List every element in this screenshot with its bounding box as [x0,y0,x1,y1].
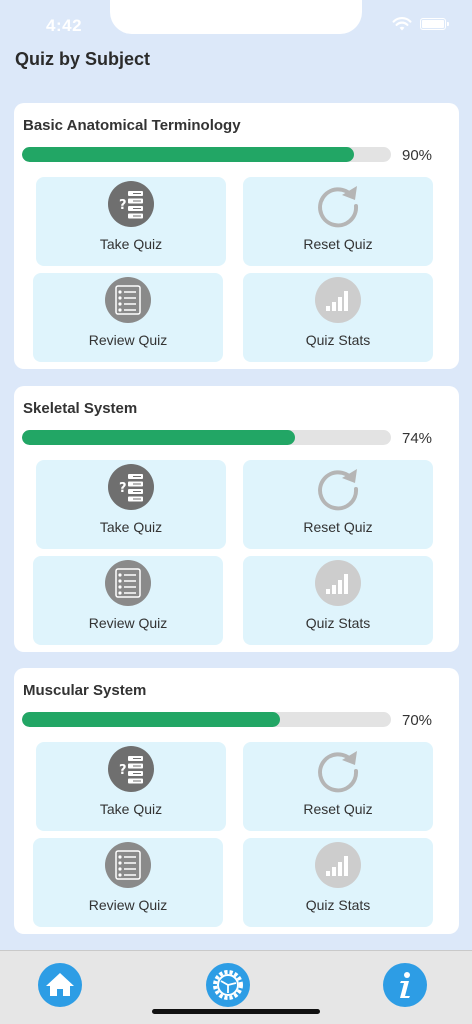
svg-text:?: ? [119,481,127,496]
wifi-icon [392,17,412,31]
take-quiz-button[interactable]: ? Take Quiz [36,460,226,549]
checklist-icon [105,277,151,323]
subject-card: Skeletal System 74% ? Take Quiz Reset Qu… [14,386,459,652]
settings-tab-button[interactable] [206,963,250,1007]
tile-label: Review Quiz [88,332,168,348]
review-quiz-button[interactable]: Review Quiz [33,273,223,362]
take-quiz-button[interactable]: ? Take Quiz [36,177,226,266]
info-tab-button[interactable] [383,963,427,1007]
tile-label: Review Quiz [88,615,168,631]
reset-arrow-icon [318,751,359,793]
battery-icon [420,18,449,30]
review-quiz-button[interactable]: Review Quiz [33,838,223,927]
progress-bar [22,147,391,162]
reset-quiz-button[interactable]: Reset Quiz [243,742,433,831]
quiz-list-icon: ? [108,746,154,792]
svg-text:?: ? [119,198,127,213]
gear-icon [213,970,243,1000]
progress-bar [22,430,391,445]
quiz-stats-button[interactable]: Quiz Stats [243,556,433,645]
reset-quiz-button[interactable]: Reset Quiz [243,177,433,266]
reset-arrow-icon [318,469,359,511]
take-quiz-button[interactable]: ? Take Quiz [36,742,226,831]
progress-bar [22,712,391,727]
page-title: Quiz by Subject [15,49,151,69]
review-quiz-button[interactable]: Review Quiz [33,556,223,645]
device-notch [110,0,362,34]
status-bar: 4:42 [0,0,472,48]
status-time: 4:42 [46,16,83,35]
tile-label: Quiz Stats [305,615,371,631]
reset-quiz-button[interactable]: Reset Quiz [243,460,433,549]
progress-fill [22,147,355,162]
progress-percent: 74% [402,430,433,447]
subject-card: Muscular System 70% ? Take Quiz Reset Qu… [14,668,459,934]
subject-card: Basic Anatomical Terminology 90% ? Take … [14,103,459,369]
tile-label: Take Quiz [99,236,163,252]
signal-bars-icon [315,842,361,888]
home-tab-button[interactable] [38,963,82,1007]
tile-label: Reset Quiz [303,236,373,252]
progress-fill [22,712,281,727]
tile-label: Take Quiz [99,801,163,817]
tile-label: Review Quiz [88,897,168,913]
checklist-icon [105,560,151,606]
quiz-list-icon: ? [108,181,154,227]
home-icon [46,973,74,996]
checklist-icon [105,842,151,888]
subject-title: Skeletal System [23,400,138,417]
tile-label: Quiz Stats [305,332,371,348]
tile-label: Reset Quiz [303,519,373,535]
info-icon [400,972,410,998]
progress-percent: 70% [402,712,433,729]
subject-title: Basic Anatomical Terminology [23,117,241,134]
progress-fill [22,430,296,445]
progress-percent: 90% [402,147,433,164]
tile-label: Quiz Stats [305,897,371,913]
home-indicator [152,1009,320,1014]
signal-bars-icon [315,277,361,323]
tile-label: Take Quiz [99,519,163,535]
quiz-stats-button[interactable]: Quiz Stats [243,273,433,362]
reset-arrow-icon [318,186,359,228]
tile-label: Reset Quiz [303,801,373,817]
svg-text:?: ? [119,763,127,778]
signal-bars-icon [315,560,361,606]
quiz-stats-button[interactable]: Quiz Stats [243,838,433,927]
quiz-list-icon: ? [108,464,154,510]
subject-title: Muscular System [23,682,147,699]
